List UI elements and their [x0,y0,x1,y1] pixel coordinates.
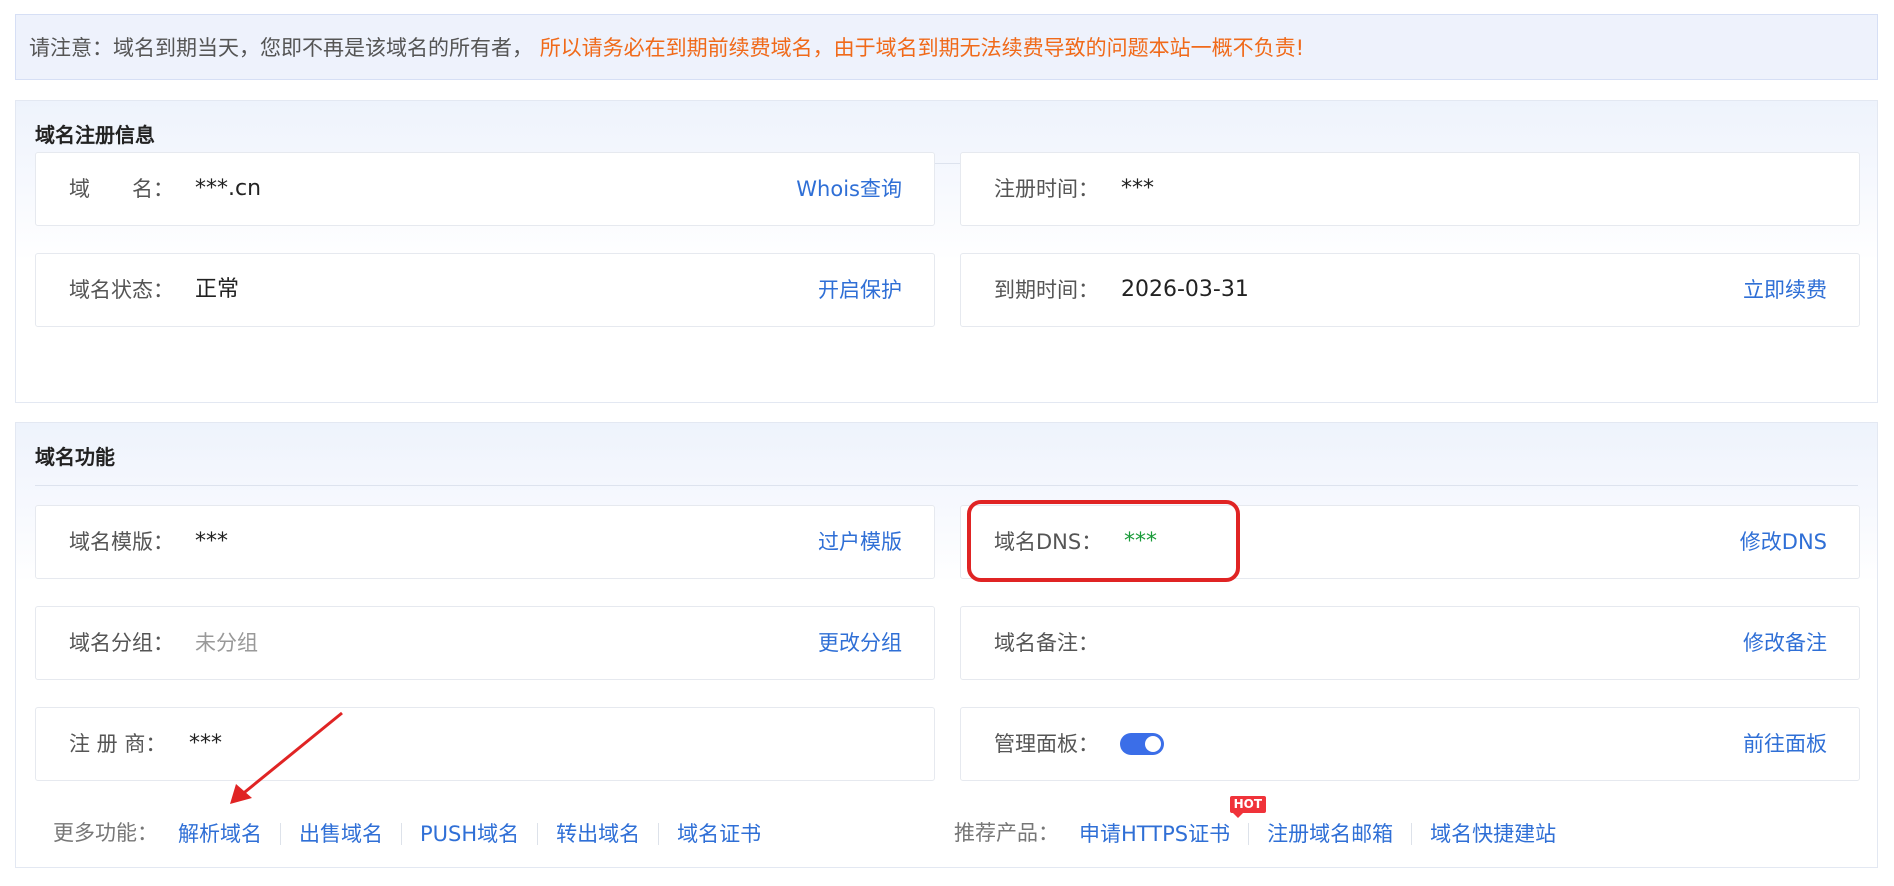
recommend-https-cert-label: 申请HTTPS证书 [1079,822,1231,846]
domain-template-card: 域名模版： *** 过户模版 [35,505,935,579]
register-time-card: 注册时间： *** [960,152,1860,226]
modify-dns-link[interactable]: 修改DNS [1740,506,1827,578]
renew-now-link[interactable]: 立即续费 [1743,254,1827,326]
domain-remark-label: 域名备注： [994,631,1099,655]
domain-status-label: 域名状态： [69,278,174,302]
domain-name-label: 域 名： [69,177,174,201]
section-title: 域名功能 [35,445,115,469]
domain-name-card: 域 名： ***.cn Whois查询 [35,152,935,226]
domain-dns-value: *** [1124,529,1157,554]
transfer-template-link[interactable]: 过户模版 [818,506,902,578]
hot-badge: HOT [1229,796,1267,818]
domain-remark-card: 域名备注： 修改备注 [960,606,1860,680]
recommend-link-quick-site[interactable]: 域名快捷建站 [1411,823,1574,845]
recommended-products-bar: 推荐产品： 申请HTTPS证书 HOT 注册域名邮箱 域名快捷建站 [954,796,1574,853]
domain-group-value: 未分组 [195,631,258,655]
domain-status-value: 正常 [195,277,240,302]
more-functions-label: 更多功能： [53,821,158,845]
toggle-knob [1145,736,1161,752]
more-link-push-domain[interactable]: PUSH域名 [401,823,537,845]
enable-protection-link[interactable]: 开启保护 [818,254,902,326]
notice-warning-text: 所以请务必在到期前续费域名，由于域名到期无法续费导致的问题本站一概不负责! [539,36,1305,60]
expire-time-card: 到期时间： 2026-03-31 立即续费 [960,253,1860,327]
domain-name-value: ***.cn [195,176,262,201]
more-functions-bar: 更多功能： 解析域名 出售域名 PUSH域名 转出域名 域名证书 [53,813,779,853]
domain-group-card: 域名分组： 未分组 更改分组 [35,606,935,680]
register-time-value: *** [1121,176,1154,201]
section-title: 域名注册信息 [35,123,155,147]
section-divider [35,485,1858,486]
whois-lookup-link[interactable]: Whois查询 [796,153,902,225]
domain-group-label: 域名分组： [69,631,174,655]
registrar-value: *** [189,731,222,756]
domain-dns-card: 域名DNS： *** 修改DNS [960,505,1860,579]
domain-status-card: 域名状态： 正常 开启保护 [35,253,935,327]
registrar-label: 注 册 商： [69,732,167,756]
recommended-products-label: 推荐产品： [954,821,1059,845]
recommend-link-domain-email[interactable]: 注册域名邮箱 [1248,823,1411,845]
more-link-sell-domain[interactable]: 出售域名 [280,823,401,845]
go-to-panel-link[interactable]: 前往面板 [1743,708,1827,780]
domain-template-value: *** [195,529,228,554]
register-time-label: 注册时间： [994,177,1099,201]
modify-remark-link[interactable]: 修改备注 [1743,607,1827,679]
recommend-link-https-cert[interactable]: 申请HTTPS证书 HOT [1079,796,1267,846]
domain-template-label: 域名模版： [69,530,174,554]
more-link-resolve-domain[interactable]: 解析域名 [178,823,280,845]
registrar-card: 注 册 商： *** [35,707,935,781]
more-link-domain-certificate[interactable]: 域名证书 [658,823,779,845]
domain-features-section: 域名功能 域名模版： *** 过户模版 域名DNS： *** 修改DNS 域名分… [15,422,1878,868]
registration-info-section: 域名注册信息 域 名： ***.cn Whois查询 注册时间： *** 域名状… [15,100,1878,403]
expire-time-value: 2026-03-31 [1121,277,1249,302]
panel-toggle-switch[interactable] [1120,733,1164,755]
notice-lead-text: 请注意：域名到期当天，您即不再是该域名的所有者， [29,36,533,60]
management-panel-card: 管理面板： 前往面板 [960,707,1860,781]
expire-time-label: 到期时间： [994,278,1099,302]
more-link-transfer-out[interactable]: 转出域名 [537,823,658,845]
management-panel-label: 管理面板： [994,732,1099,756]
domain-dns-label: 域名DNS： [994,530,1103,554]
change-group-link[interactable]: 更改分组 [818,607,902,679]
expiry-notice: 请注意：域名到期当天，您即不再是该域名的所有者， 所以请务必在到期前续费域名，由… [15,14,1878,80]
